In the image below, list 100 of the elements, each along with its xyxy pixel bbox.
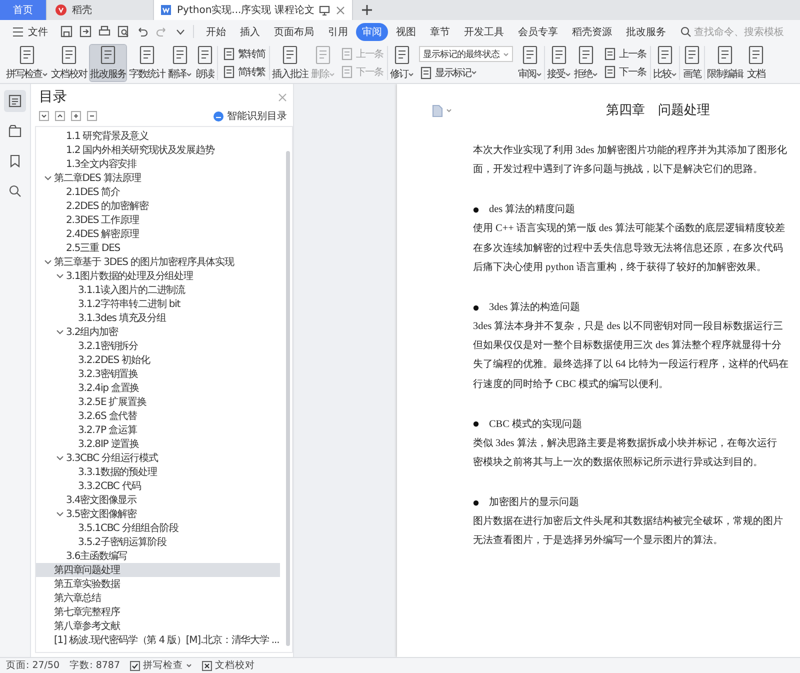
toc-item[interactable]: 第七章完整程序 [36,605,280,619]
toc-item[interactable]: 2.5三重 DES [36,241,280,255]
close-icon[interactable] [335,4,346,16]
sidebar-tool[interactable] [4,90,26,112]
toc-item[interactable]: 2.4DES 解密原理 [36,227,280,241]
toc-item[interactable]: 3.3CBC 分组运行模式 [36,451,280,465]
tab[interactable]: Python实现...序实现 课程论文 [154,0,354,20]
toc-item[interactable]: 3.5密文图像解密 [36,507,280,521]
expand-icon[interactable] [55,111,65,121]
proofread-button[interactable]: 文档校对 [202,659,256,672]
ribbon-button[interactable]: 审阅 [518,45,542,81]
toc-item[interactable]: 3.2.3密钥置换 [36,367,280,381]
toc-item[interactable]: 第三章基于 3DES 的图片加密程序具体实现 [36,255,280,269]
menu-tab[interactable]: 视图 [390,22,422,40]
export-icon[interactable] [79,25,92,38]
toc-item[interactable]: [1] 杨波.现代密码学（第 4 版）[M].北京：清华大学 ... [36,633,280,647]
ribbon-button[interactable]: 繁转简 [222,46,265,62]
toc-item[interactable]: 第二章DES 算法原理 [36,171,280,185]
toc-item[interactable]: 第五章实验数据 [36,577,280,591]
toc-item[interactable]: 3.2组内加密 [36,325,280,339]
toc-item[interactable]: 第四章问题处理 [36,563,280,577]
ribbon-button[interactable]: 修订 [390,45,414,81]
smart-toc-button[interactable]: 智能识别目录 [213,109,287,123]
ribbon-button[interactable]: 拒绝 [574,45,598,81]
toc-item[interactable]: 3.2.5E 扩展置换 [36,395,280,409]
plus-icon[interactable] [361,4,374,16]
toc-item[interactable]: 3.1.2字符串转二进制 bit [36,297,280,311]
ribbon-button[interactable]: 比较 [653,45,677,81]
ribbon-button[interactable]: 翻译 [168,45,192,81]
menu-tab[interactable]: 章节 [424,22,456,40]
toc-item[interactable]: 3.2.6S 盒代替 [36,409,280,423]
chevron-icon[interactable] [56,328,64,336]
scrollbar[interactable] [286,151,290,646]
menu-tab[interactable]: 审阅 [356,22,388,40]
ribbon-button[interactable]: 显示标记 [419,65,513,80]
menu-tab[interactable]: 开发工具 [458,22,510,40]
ribbon-button[interactable]: 拼写检查 [6,45,48,81]
ribbon-button[interactable]: 限制编辑 [707,45,743,81]
toc-item[interactable]: 第六章总结 [36,591,280,605]
toc-item[interactable]: 第八章参考文献 [36,619,280,633]
undo-icon[interactable] [136,25,149,38]
ribbon-button[interactable]: 接受 [547,45,571,81]
chevron-icon[interactable] [56,454,64,462]
minus-icon[interactable] [87,111,97,121]
file-menu[interactable]: 文件 [8,22,52,40]
ribbon-button[interactable]: 插入批注 [272,45,308,81]
save-icon[interactable] [60,25,73,38]
tab[interactable]: 首页 [0,0,47,20]
toc-item[interactable]: 2.1DES 简介 [36,185,280,199]
toc-item[interactable]: 2.3DES 工作原理 [36,213,280,227]
ribbon-button[interactable]: 字数统计 [129,45,165,81]
toc-item[interactable]: 3.1.3des 填充及分组 [36,311,280,325]
toc-item[interactable]: 3.3.2CBC 代码 [36,479,280,493]
menu-tab[interactable]: 稻壳资源 [566,22,618,40]
ribbon-button[interactable]: 文档 [746,45,766,81]
toc-item[interactable]: 3.2.7P 盒运算 [36,423,280,437]
bullet-heading: 3des 算法的构造问题 [489,300,580,316]
ribbon-button[interactable]: 下一条 [603,64,646,80]
page-icon [392,45,412,65]
collapse-icon[interactable] [39,111,49,121]
menu-tab[interactable]: 插入 [234,22,266,40]
ribbon-button[interactable]: 文档校对 [51,45,87,81]
menu-tab[interactable]: 引用 [322,22,354,40]
menu-tab[interactable]: 批改服务 [620,22,672,40]
toc-item[interactable]: 3.5.1CBC 分组组合阶段 [36,521,280,535]
toc-item[interactable]: 2.2DES 的加密解密 [36,199,280,213]
toc-item[interactable]: 3.6主函数编写 [36,549,280,563]
toc-item[interactable]: 3.2.4ip 盒置换 [36,381,280,395]
menu-tab[interactable]: 会员专享 [512,22,564,40]
menu-tab[interactable]: 页面布局 [268,22,320,40]
toc-item[interactable]: 3.1图片数据的处理及分组处理 [36,269,280,283]
toc-item[interactable]: 1.3全文内容安排 [36,157,280,171]
chevron-icon[interactable] [44,174,52,182]
caret-icon [471,70,477,75]
ribbon-button[interactable]: 朗读 [195,45,215,81]
ribbon-button[interactable]: 画笔 [682,45,702,81]
bookmark-icon [8,154,22,168]
menu-tab[interactable]: 开始 [200,22,232,40]
spell-check-button[interactable]: 拼写检查 [130,659,192,672]
preview-icon[interactable] [117,25,130,38]
ribbon-button[interactable]: 上一条 [603,46,646,62]
toc-item[interactable]: 3.2.8IP 逆置换 [36,437,280,451]
toc-item[interactable]: 1.1 研究背景及意义 [36,129,280,143]
chevron-icon[interactable] [56,272,64,280]
toc-item[interactable]: 3.2.2DES 初始化 [36,353,280,367]
ribbon-button[interactable]: 批改服务 [90,45,126,81]
ribbon-button[interactable]: 简转繁 [222,64,265,80]
caret-icon [671,72,677,76]
toc-item[interactable]: 3.4密文图像显示 [36,493,280,507]
print-icon[interactable] [98,25,111,38]
dropdown[interactable]: 显示标记的最终状态 [419,46,513,62]
chevron-icon[interactable] [44,258,52,266]
monitor-icon[interactable] [319,4,330,16]
chevron-icon[interactable] [56,510,64,518]
plus-icon[interactable] [71,111,81,121]
toc-item[interactable]: 3.3.1数据的预处理 [36,465,280,479]
toc-item[interactable]: 3.2.1密钥拆分 [36,339,280,353]
toc-item[interactable]: 1.2 国内外相关研究现状及发展趋势 [36,143,280,157]
toc-item[interactable]: 3.1.1读入图片的二进制流 [36,283,280,297]
toc-item[interactable]: 3.5.2子密钥运算阶段 [36,535,280,549]
